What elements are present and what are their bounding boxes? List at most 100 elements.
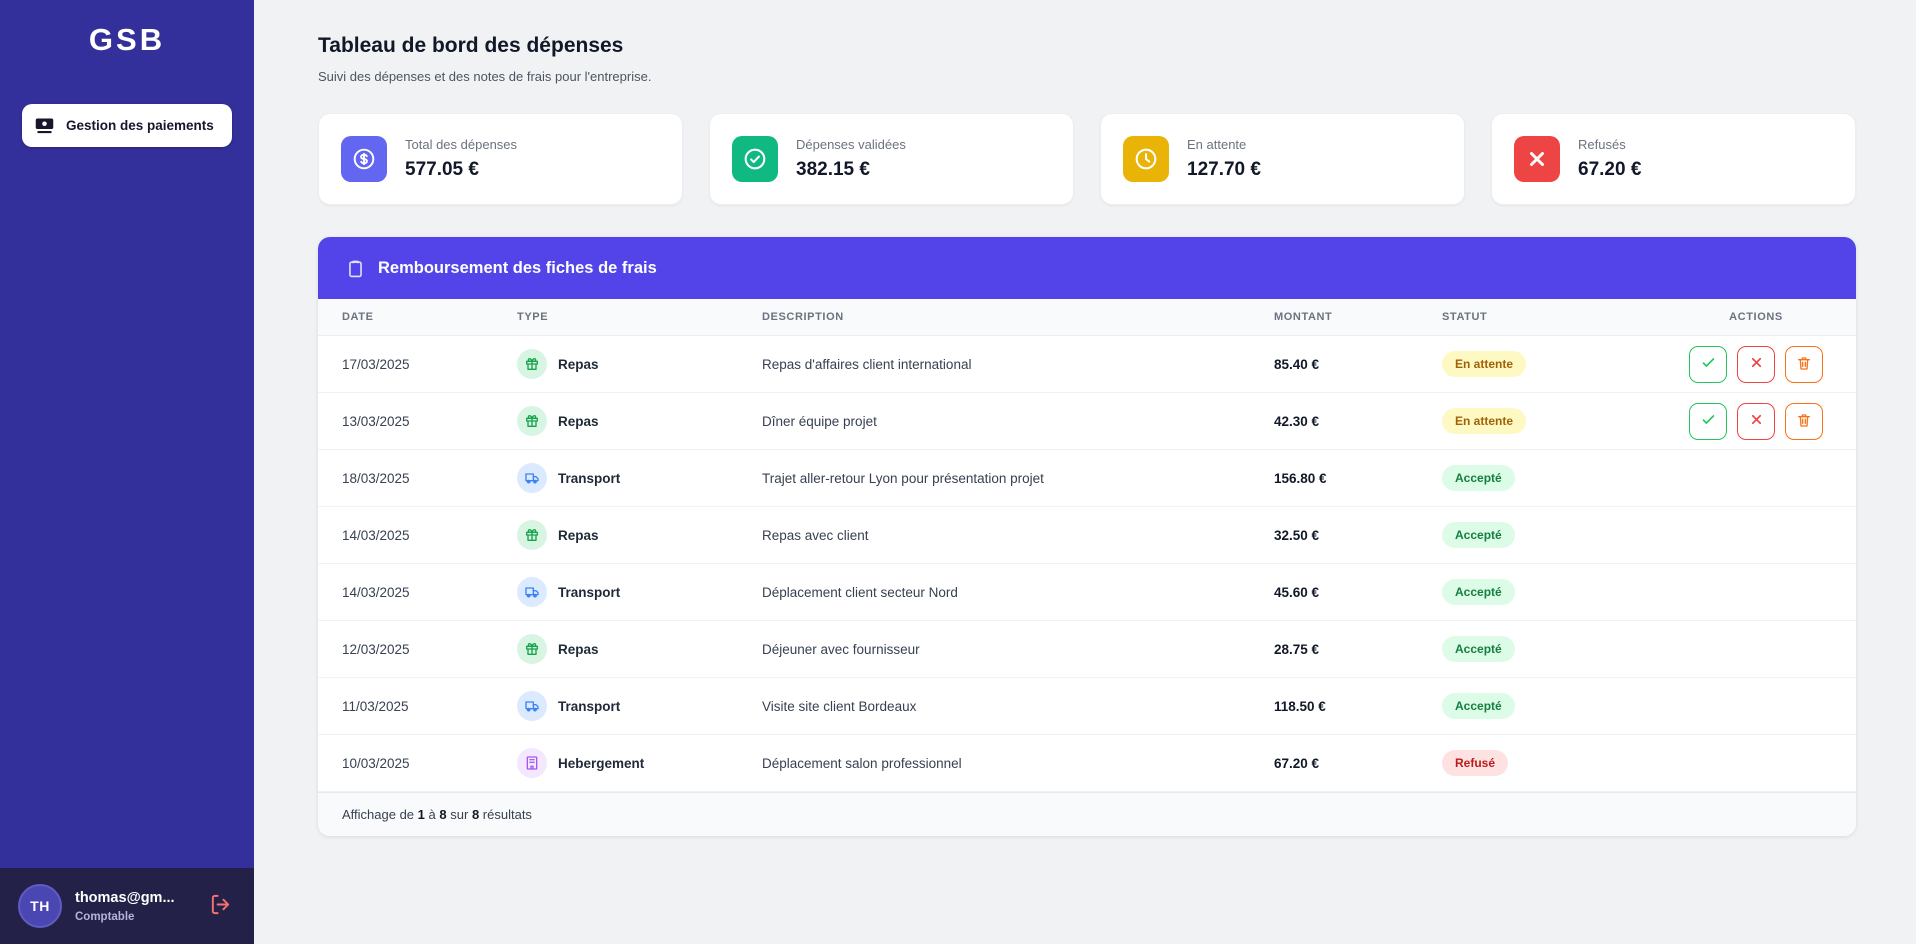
gift-icon (526, 358, 538, 370)
type-icon (517, 406, 547, 436)
truck-icon (525, 473, 539, 484)
row-status: En attente (1442, 351, 1680, 377)
trash-icon (1796, 412, 1812, 431)
row-type: Repas (517, 520, 762, 550)
gift-icon (526, 415, 538, 427)
truck-icon (525, 701, 539, 712)
row-amount: 28.75 € (1274, 641, 1320, 657)
stat-value: 577.05 € (405, 159, 479, 180)
user-meta: thomas@gm... Comptable (75, 890, 175, 923)
check-icon (1700, 354, 1717, 374)
approve-button[interactable] (1689, 345, 1727, 383)
dollar-circle-icon (341, 136, 387, 182)
row-actions (1680, 574, 1832, 611)
stat-text: En attente 127.70 € (1187, 137, 1261, 181)
type-icon (517, 463, 547, 493)
reject-button[interactable] (1737, 345, 1775, 383)
banknote-icon (34, 115, 55, 136)
stat-card-validees: Dépenses validées 382.15 € (709, 113, 1074, 205)
stat-label: Total des dépenses (405, 137, 518, 152)
stat-value: 67.20 € (1578, 159, 1642, 180)
row-type: Repas (517, 349, 762, 379)
clipboard-icon (346, 259, 365, 278)
logout-icon (209, 893, 232, 919)
row-type-label: Repas (558, 641, 599, 657)
row-actions (1680, 460, 1832, 497)
avatar: TH (18, 884, 62, 928)
row-type-label: Repas (558, 527, 599, 543)
stat-label: En attente (1187, 137, 1247, 152)
delete-button[interactable] (1785, 345, 1823, 383)
footer-from: 1 (417, 807, 425, 822)
x-icon (1514, 136, 1560, 182)
row-date: 17/03/2025 (342, 356, 410, 372)
stat-value: 127.70 € (1187, 159, 1261, 180)
table-row: 13/03/2025 Repas Dîner équipe projet 42.… (318, 393, 1856, 450)
status-badge: Accepté (1442, 579, 1515, 605)
row-status: Accepté (1442, 693, 1680, 719)
row-actions (1680, 345, 1832, 383)
trash-icon (1796, 355, 1812, 374)
type-icon (517, 748, 547, 778)
footer-text: Affichage de (342, 807, 415, 822)
approve-button[interactable] (1689, 402, 1727, 440)
row-description: Repas avec client (762, 527, 869, 543)
footer-to: 8 (439, 807, 447, 822)
row-amount: 32.50 € (1274, 527, 1320, 543)
row-date: 10/03/2025 (342, 755, 410, 771)
row-status: Accepté (1442, 579, 1680, 605)
delete-button[interactable] (1785, 402, 1823, 440)
row-amount: 67.20 € (1274, 755, 1320, 771)
x-icon (1749, 355, 1764, 373)
row-status: En attente (1442, 408, 1680, 434)
type-icon (517, 577, 547, 607)
sidebar: GSB Gestion des paiements TH thomas@gm..… (0, 0, 254, 944)
stat-card-total: Total des dépenses 577.05 € (318, 113, 683, 205)
row-actions (1680, 688, 1832, 725)
type-icon (517, 634, 547, 664)
row-date: 11/03/2025 (342, 698, 409, 714)
expenses-table-card: Remboursement des fiches de frais DATE T… (318, 237, 1856, 836)
type-icon (517, 520, 547, 550)
column-header-date: DATE (342, 311, 374, 323)
status-badge: Accepté (1442, 636, 1515, 662)
row-type: Repas (517, 406, 762, 436)
stat-value: 382.15 € (796, 159, 870, 180)
row-actions (1680, 517, 1832, 554)
user-email: thomas@gm... (75, 889, 175, 906)
row-actions (1680, 402, 1832, 440)
table-row: 17/03/2025 Repas Repas d'affaires client… (318, 336, 1856, 393)
row-actions (1680, 745, 1832, 782)
stats-row: Total des dépenses 577.05 € Dépenses val… (318, 113, 1856, 205)
row-amount: 118.50 € (1274, 698, 1326, 714)
row-type: Repas (517, 634, 762, 664)
stat-text: Total des dépenses 577.05 € (405, 137, 517, 181)
sidebar-item-gestion-paiements[interactable]: Gestion des paiements (22, 104, 232, 147)
row-type-label: Transport (558, 470, 621, 486)
row-status: Accepté (1442, 636, 1680, 662)
row-date: 14/03/2025 (342, 527, 410, 543)
footer-text: sur (450, 807, 469, 822)
row-amount: 85.40 € (1274, 356, 1320, 372)
row-type-label: Transport (558, 584, 621, 600)
logout-button[interactable] (205, 889, 236, 923)
column-header-statut: STATUT (1442, 311, 1488, 323)
row-description: Trajet aller-retour Lyon pour présentati… (762, 470, 1044, 486)
row-description: Repas d'affaires client international (762, 356, 972, 372)
row-amount: 156.80 € (1274, 470, 1327, 486)
footer-text: à (428, 807, 436, 822)
main-content: Tableau de bord des dépenses Suivi des d… (254, 0, 1916, 944)
row-description: Dîner équipe projet (762, 413, 877, 429)
sidebar-item-label: Gestion des paiements (66, 118, 214, 133)
table-row: 11/03/2025 Transport Visite site client … (318, 678, 1856, 735)
table-header: Remboursement des fiches de frais (318, 237, 1856, 299)
status-badge: Refusé (1442, 750, 1509, 776)
stat-text: Refusés 67.20 € (1578, 137, 1641, 181)
type-icon (517, 691, 547, 721)
table-body: 17/03/2025 Repas Repas d'affaires client… (318, 336, 1856, 792)
reject-button[interactable] (1737, 402, 1775, 440)
row-type-label: Repas (558, 356, 599, 372)
column-header-montant: MONTANT (1274, 311, 1333, 323)
row-description: Déjeuner avec fournisseur (762, 641, 920, 657)
